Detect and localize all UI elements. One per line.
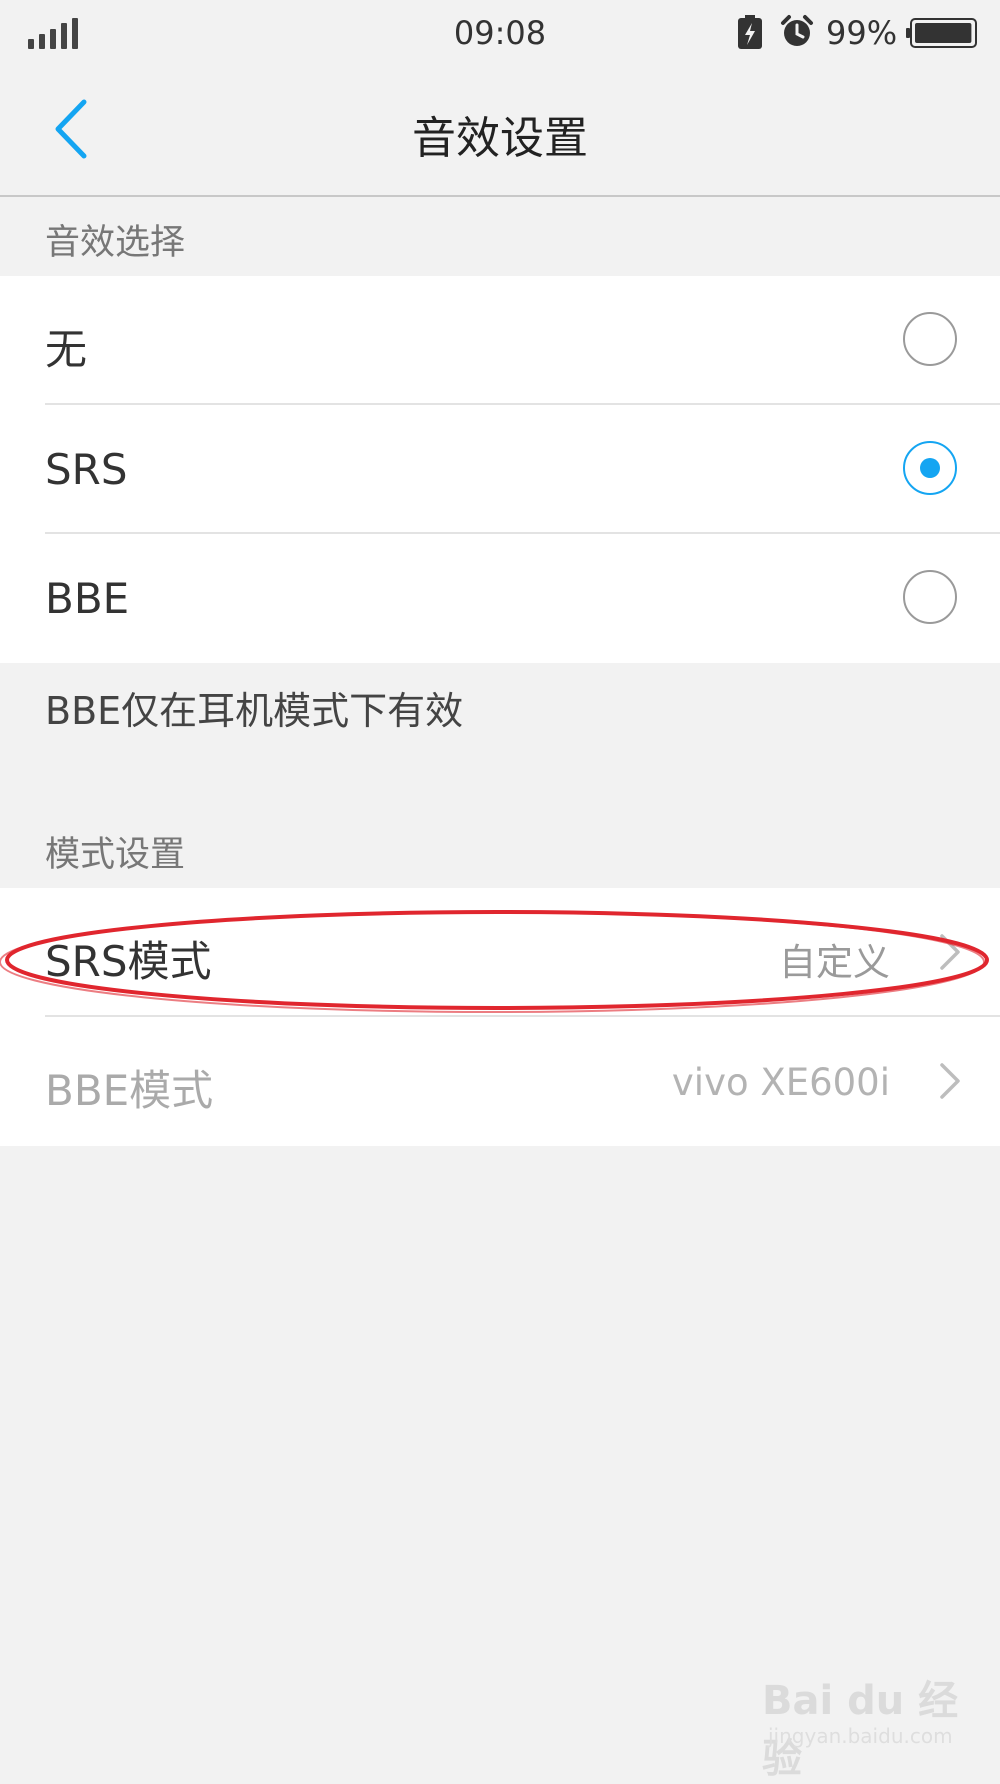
srs-mode-row[interactable]: SRS模式 自定义 (0, 888, 1000, 1017)
srs-mode-label: SRS模式 (45, 937, 212, 986)
radio-bbe[interactable] (903, 570, 957, 624)
sound-effect-list: 无 SRS BBE (0, 276, 1000, 663)
option-label: BBE (45, 574, 130, 623)
battery-charge-icon (738, 15, 762, 49)
bbe-mode-value: vivo XE600i (671, 1061, 890, 1104)
battery-percent: 99% (826, 14, 898, 52)
option-srs[interactable]: SRS (0, 405, 1000, 534)
mode-settings-list: SRS模式 自定义 BBE模式 vivo XE600i (0, 888, 1000, 1146)
srs-mode-value: 自定义 (779, 941, 890, 984)
alarm-icon (781, 15, 813, 46)
page-title: 音效设置 (412, 113, 588, 164)
radio-none[interactable] (903, 312, 957, 366)
chevron-right-icon (940, 1063, 960, 1099)
option-bbe[interactable]: BBE (0, 534, 1000, 663)
option-none[interactable]: 无 (0, 276, 1000, 405)
bbe-mode-label: BBE模式 (45, 1066, 214, 1115)
radio-srs[interactable] (903, 441, 957, 495)
status-bar: 09:08 99% (0, 0, 1000, 66)
option-label: 无 (45, 325, 88, 374)
watermark: Bai du 经验 jingyan.baidu.com (762, 1668, 972, 1782)
battery-icon (906, 18, 977, 48)
chevron-right-icon (940, 934, 960, 970)
bbe-note: BBE仅在耳机模式下有效 (45, 689, 464, 733)
mode-section-header: 模式设置 (45, 835, 186, 875)
option-label: SRS (45, 445, 128, 494)
bbe-mode-row[interactable]: BBE模式 vivo XE600i (0, 1017, 1000, 1146)
nav-bar: 音效设置 (0, 66, 1000, 197)
watermark-url: jingyan.baidu.com (768, 1724, 953, 1748)
sound-effect-section-header: 音效选择 (45, 223, 186, 263)
